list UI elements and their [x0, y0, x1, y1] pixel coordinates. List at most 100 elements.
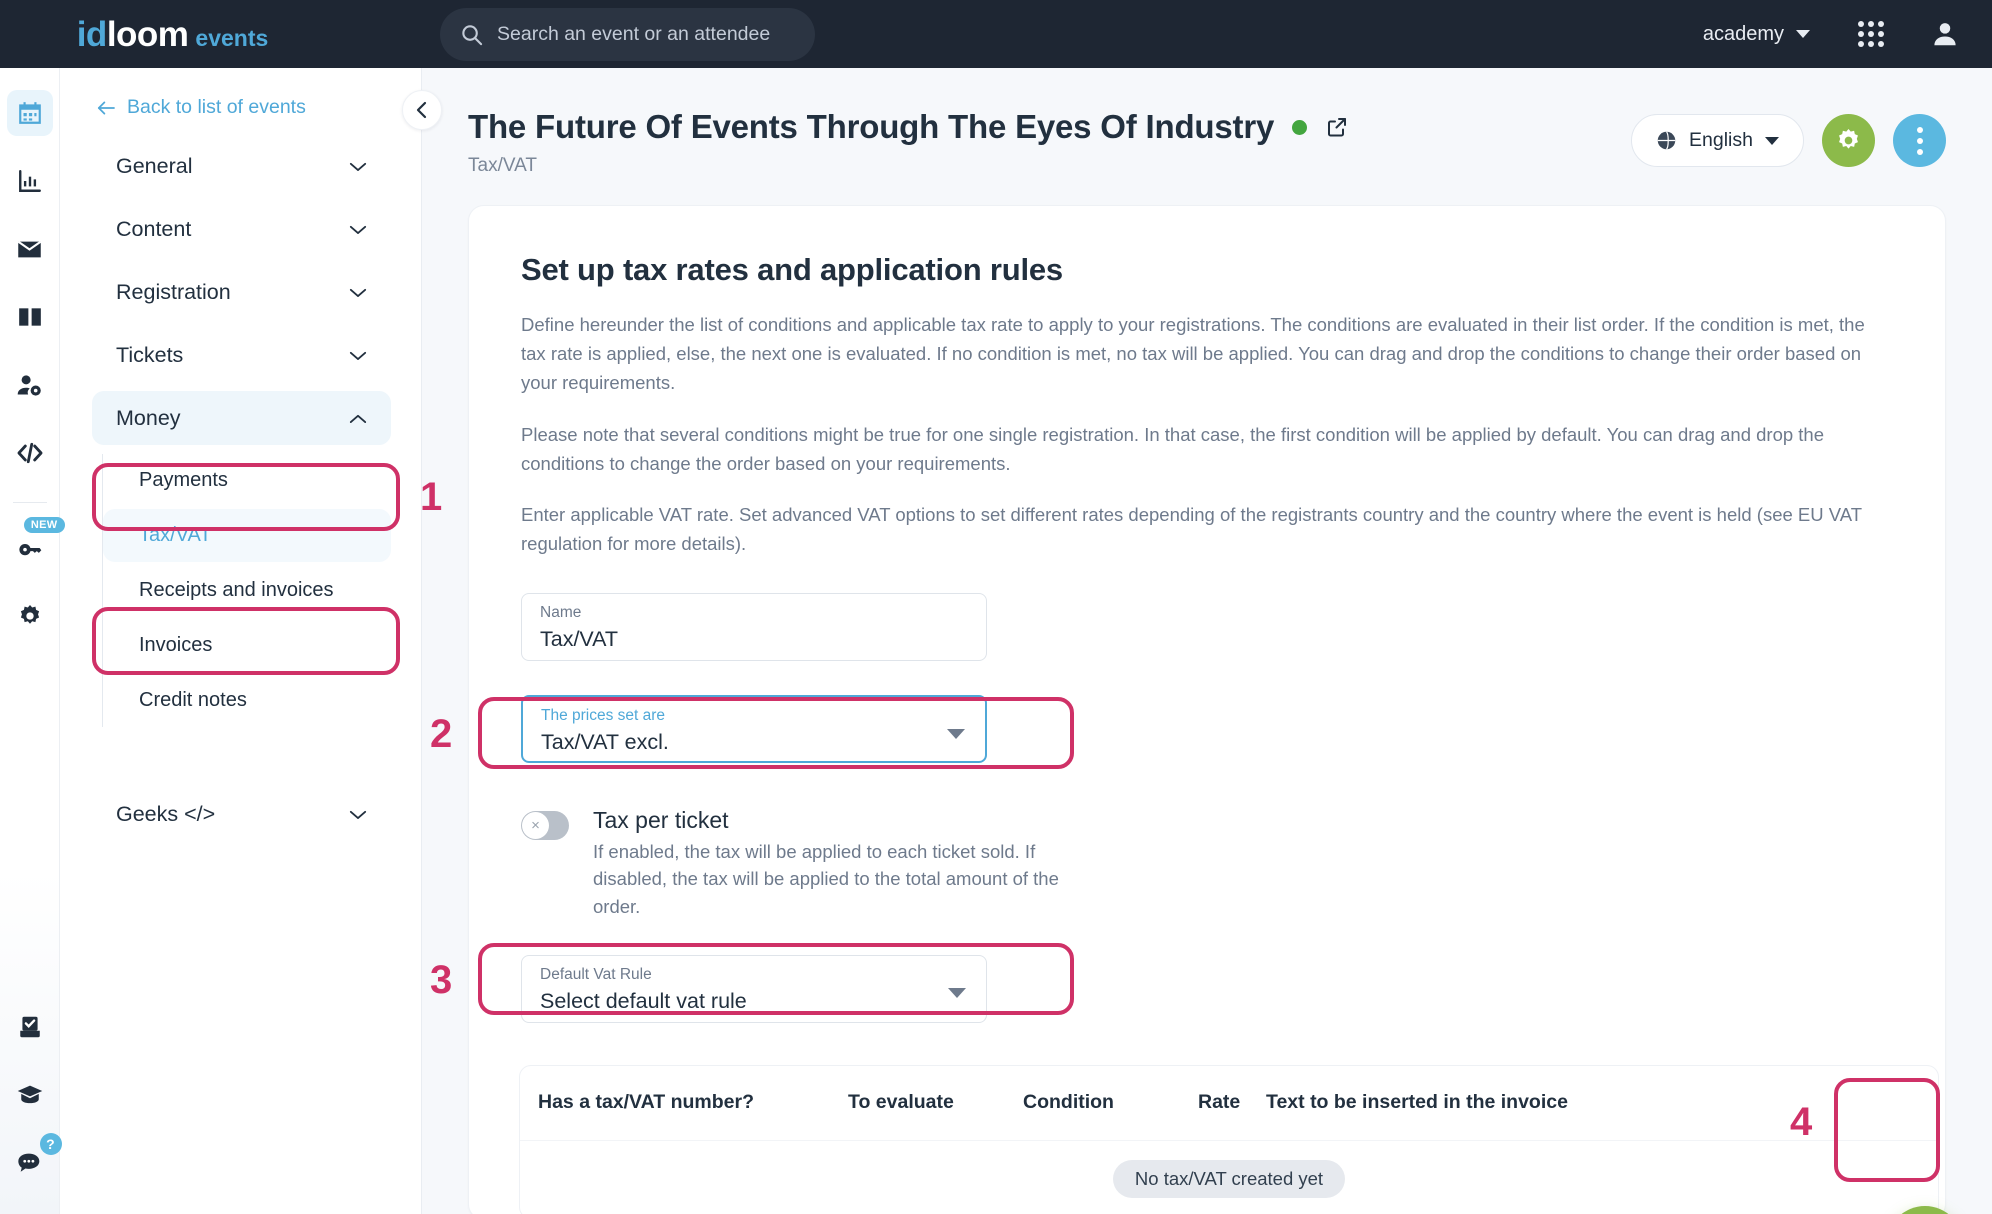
logo-part-loom: loom	[106, 14, 189, 54]
arrow-left-icon	[97, 101, 115, 114]
dropdown-arrow-icon	[948, 987, 966, 998]
search-input[interactable]	[497, 22, 795, 46]
page-header-titles: The Future Of Events Through The Eyes Of…	[468, 108, 1349, 177]
account-menu[interactable]: academy	[1703, 23, 1810, 46]
user-avatar-icon[interactable]	[1930, 19, 1960, 49]
language-selector[interactable]: English	[1631, 114, 1804, 167]
tax-per-ticket-description: If enabled, the tax will be applied to e…	[593, 840, 1059, 918]
sidebar-item-credit-notes[interactable]: Credit notes	[103, 674, 391, 727]
default-vat-rule-label: Default Vat Rule	[540, 965, 652, 983]
chevron-left-icon	[416, 101, 427, 119]
back-to-events-link[interactable]: Back to list of events	[60, 68, 421, 119]
prices-set-are-field[interactable]: The prices set are Tax/VAT excl.	[521, 694, 987, 763]
name-field-label: Name	[540, 603, 582, 621]
tax-per-ticket-label: Tax per ticket	[593, 806, 729, 833]
statistics-icon	[18, 170, 41, 192]
event-settings-button[interactable]	[1822, 114, 1875, 167]
chevron-down-icon	[349, 351, 367, 360]
column-has-tax-number: Has a tax/VAT number?	[538, 1091, 754, 1114]
tax-rules-table: Has a tax/VAT number? To evaluate Condit…	[519, 1064, 1939, 1214]
nav-group-content[interactable]: Content	[92, 202, 391, 256]
page-title: The Future Of Events Through The Eyes Of…	[468, 108, 1275, 145]
dropdown-arrow-icon	[947, 728, 965, 739]
tax-settings-card: Set up tax rates and application rules D…	[468, 205, 1963, 1214]
nav-money-subitems: Payments Tax/VAT Receipts and invoices I…	[102, 454, 391, 727]
empty-state-message: No tax/VAT created yet	[1112, 1160, 1346, 1199]
rail-bottom-group: ?	[7, 982, 62, 1214]
nav-group-content-label: Content	[116, 216, 192, 241]
column-rate: Rate	[1198, 1091, 1241, 1114]
event-nav-panel: Back to list of events General Content R…	[60, 68, 422, 1214]
nav-group-general[interactable]: General	[92, 139, 391, 193]
icon-rail: NEW ?	[0, 68, 65, 1214]
prices-set-are-value: Tax/VAT excl.	[541, 729, 669, 754]
status-badge	[1292, 119, 1308, 135]
new-badge: NEW	[23, 517, 65, 533]
rail-item-api-keys[interactable]: NEW	[7, 517, 65, 571]
globe-icon	[1657, 131, 1676, 150]
nav-group-money-label: Money	[116, 405, 181, 430]
rail-item-library[interactable]	[7, 294, 53, 340]
sidebar-item-tax-vat[interactable]: Tax/VAT	[103, 509, 391, 562]
rail-item-calendar[interactable]	[6, 90, 53, 136]
chevron-down-icon	[1765, 136, 1779, 145]
help-badge: ?	[39, 1133, 62, 1155]
toggle-knob: ×	[522, 811, 549, 839]
nav-group-geeks[interactable]: Geeks </>	[92, 787, 391, 841]
sidebar-item-payments[interactable]: Payments	[103, 454, 391, 507]
tax-per-ticket-toggle[interactable]: ×	[521, 810, 569, 840]
chat-help-icon	[17, 1153, 39, 1172]
column-to-evaluate: To evaluate	[848, 1091, 954, 1114]
brand-logo[interactable]: idloom events	[0, 0, 345, 68]
envelope-icon	[17, 240, 42, 257]
nav-group-general-label: General	[116, 153, 193, 178]
annotation-step-1: 1	[420, 475, 443, 519]
rail-item-academy[interactable]	[7, 1072, 53, 1118]
description-paragraph-3: Enter applicable VAT rate. Set advanced …	[521, 504, 1862, 555]
book-icon	[18, 308, 41, 326]
page-header: The Future Of Events Through The Eyes Of…	[422, 68, 1992, 177]
more-vertical-icon	[1916, 126, 1923, 155]
rail-item-developers[interactable]	[7, 430, 53, 476]
description-paragraph-1: Define hereunder the list of conditions …	[521, 314, 1865, 394]
default-vat-rule-field[interactable]: Default Vat Rule Select default vat rule	[521, 954, 987, 1023]
gear-icon	[20, 604, 39, 624]
global-search[interactable]	[440, 7, 815, 61]
user-settings-icon	[17, 374, 41, 396]
sidebar-item-invoices[interactable]: Invoices	[103, 619, 391, 672]
rail-item-settings[interactable]	[7, 593, 53, 639]
chevron-down-icon	[349, 810, 367, 819]
code-icon	[17, 442, 42, 464]
rail-divider	[12, 502, 47, 503]
header-actions: English	[1631, 108, 1946, 167]
rail-item-statistics[interactable]	[7, 158, 53, 204]
rail-item-user-settings[interactable]	[7, 362, 53, 408]
nav-group-money[interactable]: Money	[92, 391, 391, 445]
top-bar: idloomevents academy	[0, 0, 1992, 68]
logo-text: idloom events	[77, 17, 269, 52]
external-link-icon[interactable]	[1325, 115, 1349, 139]
prices-set-are-label: The prices set are	[541, 706, 666, 724]
nav-group-registration[interactable]: Registration	[92, 265, 391, 319]
annotation-step-3: 3	[430, 958, 453, 1002]
account-label: academy	[1702, 22, 1784, 45]
rail-item-support-chat[interactable]: ?	[7, 1133, 62, 1186]
more-options-button[interactable]	[1893, 114, 1946, 167]
nav-group-tickets[interactable]: Tickets	[92, 328, 391, 382]
rail-item-messages[interactable]	[7, 226, 53, 272]
table-empty-state: No tax/VAT created yet	[520, 1139, 1938, 1214]
annotation-step-4: 4	[1790, 1100, 1813, 1144]
graduation-cap-icon	[17, 1085, 42, 1104]
name-field[interactable]: Name Tax/VAT	[521, 592, 987, 661]
nav-group-geeks-label: Geeks </>	[116, 801, 216, 826]
calendar-icon	[18, 102, 41, 124]
column-condition: Condition	[1023, 1091, 1114, 1114]
grid-apps-icon[interactable]	[1858, 21, 1884, 47]
key-icon	[19, 543, 42, 555]
language-label: English	[1689, 129, 1753, 151]
rail-item-surveys[interactable]	[7, 1004, 53, 1050]
sidebar-item-receipts-and-invoices[interactable]: Receipts and invoices	[103, 564, 391, 617]
collapse-panel-button[interactable]	[402, 90, 442, 130]
back-to-events-label: Back to list of events	[127, 96, 306, 118]
breadcrumb: Tax/VAT	[468, 155, 537, 176]
